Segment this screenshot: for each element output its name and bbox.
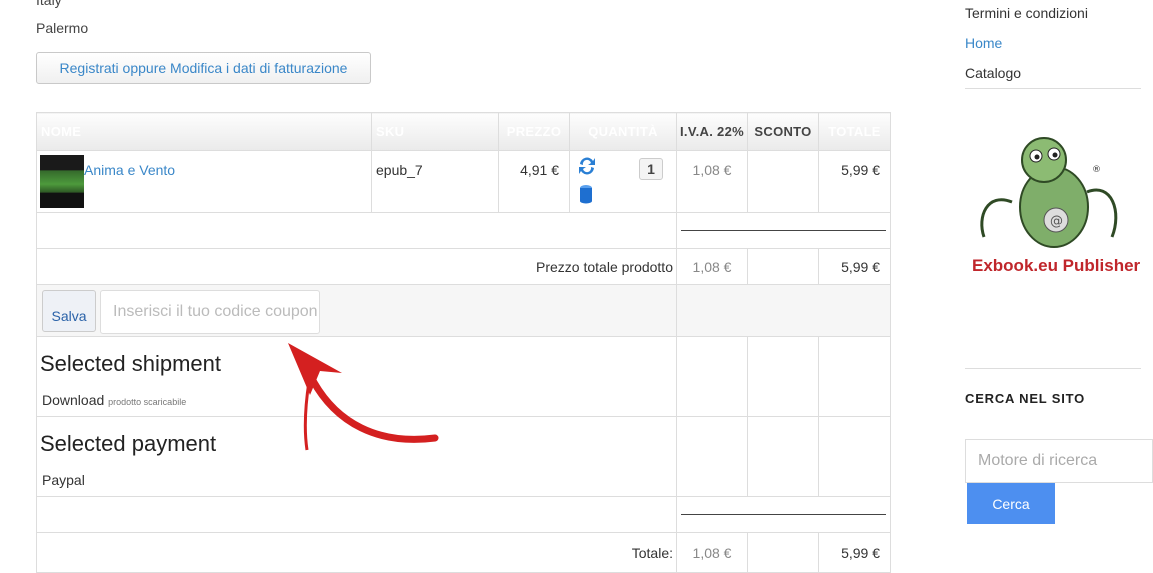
product-total: 5,99 € — [818, 150, 891, 213]
product-link[interactable]: Anima e Vento — [84, 162, 175, 178]
book-cover-thumbnail[interactable] — [40, 155, 84, 208]
delete-item-icon[interactable] — [579, 184, 593, 207]
quantity-input[interactable]: 1 — [639, 158, 663, 180]
update-quantity-icon[interactable] — [577, 155, 597, 180]
address-city: Palermo — [36, 20, 89, 36]
sidebar-divider — [965, 368, 1141, 369]
shipment-note: prodotto scaricabile — [108, 397, 187, 407]
sidebar-divider — [965, 88, 1141, 89]
table-row — [36, 212, 891, 249]
annotation-arrow — [288, 343, 439, 451]
publisher-logo[interactable]: @ ® Exbook.eu Publisher — [972, 122, 1144, 282]
subtotal-label: Prezzo totale prodotto — [36, 248, 677, 285]
register-button[interactable]: Registrati oppure Modifica i dati di fat… — [36, 52, 371, 84]
separator-line — [681, 514, 886, 515]
cart-table: NOME SKU PREZZO QUANTITÀ I.V.A. 22% SCON… — [36, 112, 891, 573]
payment-row: Selected payment Paypal — [36, 416, 891, 497]
address-country: Italy — [36, 0, 62, 8]
sidebar-link-terms[interactable]: Termini e condizioni — [965, 5, 1088, 21]
product-sku: epub_7 — [371, 150, 499, 213]
grand-total: 5,99 € — [818, 532, 891, 573]
svg-text:®: ® — [1092, 165, 1101, 175]
payment-method: Paypal — [42, 472, 85, 488]
shipment-method: Download — [42, 392, 105, 408]
search-input[interactable]: Motore di ricerca — [965, 439, 1153, 483]
header-total: TOTALE — [818, 112, 891, 151]
header-sku: SKU — [371, 112, 499, 151]
sidebar-link-home[interactable]: Home — [965, 35, 1002, 51]
save-coupon-button[interactable]: Salva — [42, 290, 96, 332]
subtotal-total: 5,99 € — [818, 248, 891, 285]
subtotal-vat: 1,08 € — [676, 248, 748, 285]
sidebar-link-catalog[interactable]: Catalogo — [965, 65, 1021, 81]
coupon-row: Salva Inserisci il tuo codice coupon — [36, 284, 891, 337]
dragon-icon: @ ® — [980, 137, 1118, 248]
header-discount: SCONTO — [747, 112, 819, 151]
svg-text:@: @ — [1050, 214, 1063, 229]
subtotal-row: Prezzo totale prodotto 1,08 € 5,99 € — [36, 248, 891, 285]
search-heading: CERCA NEL SITO — [965, 391, 1086, 406]
header-vat: I.V.A. 22% — [676, 112, 748, 151]
product-vat: 1,08 € — [676, 150, 748, 213]
product-price: 4,91 € — [498, 150, 570, 213]
header-price: PREZZO — [498, 112, 570, 151]
table-row: Anima e Vento epub_7 4,91 € 1 1,08 € 5,9… — [36, 150, 891, 213]
shipment-title: Selected shipment — [40, 351, 221, 376]
logo-text: Exbook.eu Publisher — [972, 256, 1141, 275]
payment-title: Selected payment — [40, 431, 217, 456]
shipment-row: Selected shipment Download prodotto scar… — [36, 336, 891, 417]
total-label: Totale: — [36, 532, 677, 573]
total-vat: 1,08 € — [676, 532, 748, 573]
header-name: NOME — [36, 112, 372, 151]
separator-line — [681, 230, 886, 231]
table-row — [36, 496, 891, 533]
cart-header-row: NOME SKU PREZZO QUANTITÀ I.V.A. 22% SCON… — [36, 112, 891, 151]
search-button[interactable]: Cerca — [967, 483, 1055, 524]
coupon-input[interactable]: Inserisci il tuo codice coupon — [100, 290, 320, 334]
header-quantity: QUANTITÀ — [569, 112, 677, 151]
total-row: Totale: 1,08 € 5,99 € — [36, 532, 891, 573]
